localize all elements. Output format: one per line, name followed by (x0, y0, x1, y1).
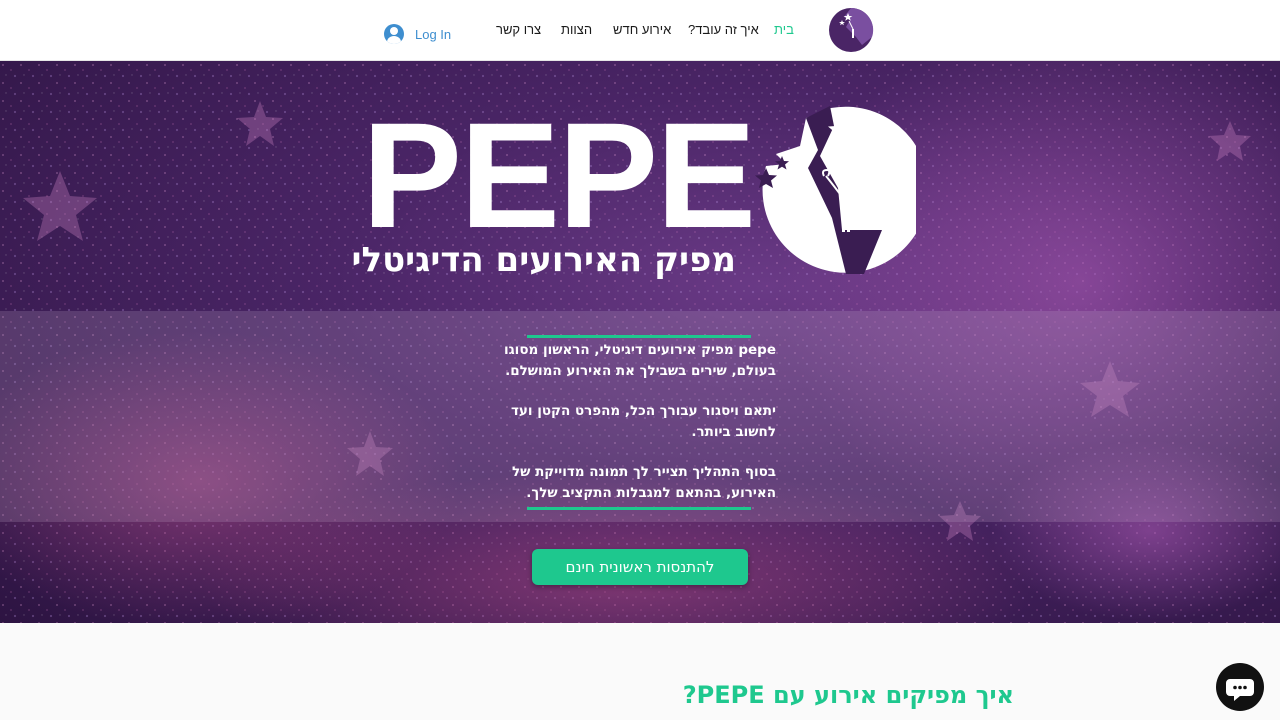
user-avatar-icon (384, 24, 404, 44)
chat-button[interactable] (1216, 663, 1264, 711)
pepe-moon-emblem-icon (755, 106, 916, 274)
intro-paragraph: pepe מפיק אירועים דיגיטלי, הראשון מסוגו … (504, 342, 776, 379)
login-label: Log In (415, 26, 452, 42)
intro-paragraph: יתאם ויסגור עבורך הכל, מהפרט הקטן ועד לח… (510, 403, 776, 440)
brand-wordmark: PEPE (362, 91, 756, 259)
intro-panel: pepe מפיק אירועים דיגיטלי, הראשון מסוגו … (0, 311, 1280, 522)
site-header: Log In צרו קשר הצוות אירוע חדש איך זה עו… (0, 0, 1280, 61)
nav-item-how-it-works[interactable]: איך זה עובד? (688, 22, 759, 37)
intro-paragraph: בסוף התהליך תצייר לך תמונה מדוייקת של הא… (511, 464, 776, 501)
login-button[interactable]: Log In (384, 22, 451, 46)
nav-item-home[interactable]: בית (774, 22, 794, 37)
free-trial-button[interactable]: להתנסות ראשונית חינם (532, 549, 748, 585)
hero-section: PEPE מפיק האירועים הדיגיטלי pepe מפיק אי… (0, 61, 1280, 623)
panel-bottom-divider (527, 507, 751, 510)
panel-top-divider (527, 335, 751, 338)
brand-tagline: מפיק האירועים הדיגיטלי (351, 240, 736, 280)
nav-item-contact[interactable]: צרו קשר (496, 22, 541, 37)
chat-bubble-icon (1226, 679, 1254, 701)
intro-text: pepe מפיק אירועים דיגיטלי, הראשון מסוגו … (500, 340, 776, 503)
pepe-moon-logo-icon[interactable] (828, 7, 874, 53)
nav-item-team[interactable]: הצוות (561, 22, 592, 37)
nav-item-new-event[interactable]: אירוע חדש (613, 22, 671, 37)
how-it-works-title: איך מפיקים אירוע עם PEPE? (682, 681, 1014, 709)
